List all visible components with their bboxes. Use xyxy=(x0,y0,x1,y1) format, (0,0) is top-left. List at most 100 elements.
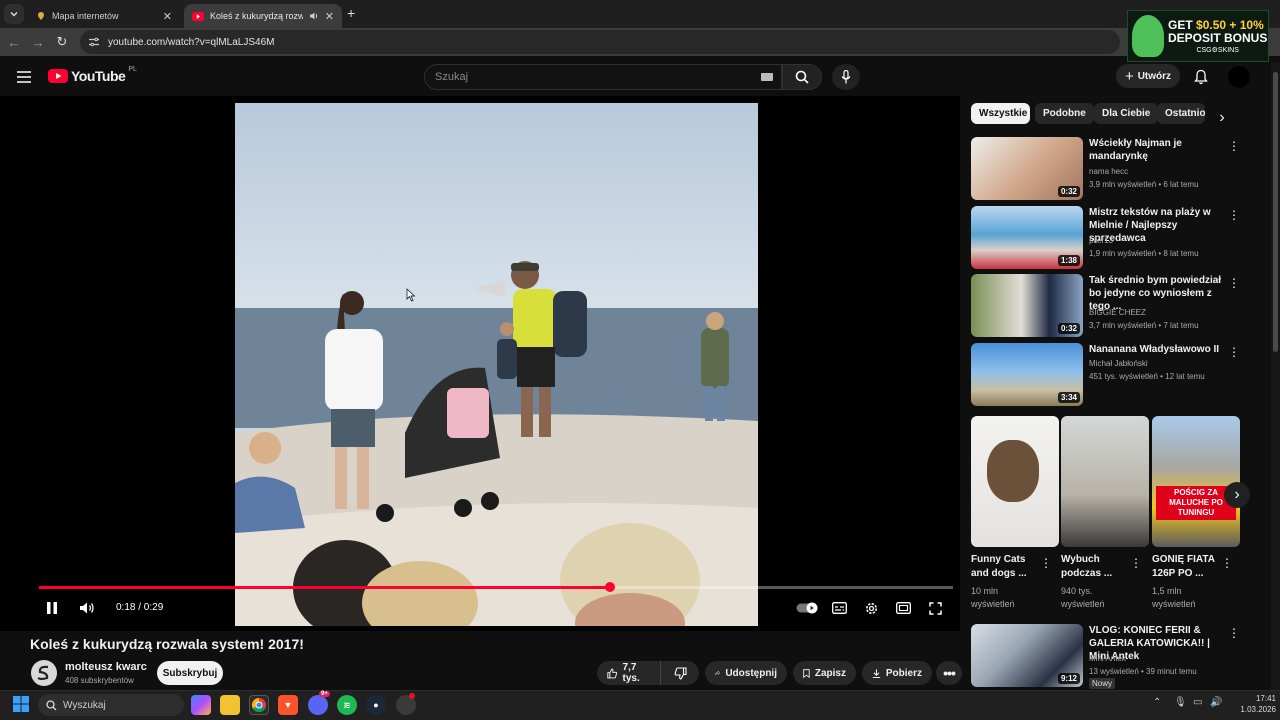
video-thumbnail[interactable]: 0:32 xyxy=(971,274,1083,337)
like-button[interactable]: 7,7 tys. xyxy=(597,661,661,685)
recommendation-meta: 1,9 mln wyświetleń • 8 lat temu xyxy=(1089,249,1199,258)
subscribe-button[interactable]: Subskrybuj xyxy=(157,661,223,685)
speaker-icon[interactable]: 🔊 xyxy=(1210,697,1222,708)
file-explorer-icon[interactable] xyxy=(220,695,240,715)
discord-icon[interactable]: 9+ xyxy=(308,691,330,715)
video-thumbnail[interactable]: 0:32 xyxy=(971,137,1083,200)
short-thumbnail[interactable] xyxy=(1061,416,1149,547)
chip-related[interactable]: Podobne xyxy=(1035,103,1094,124)
recommendation-channel[interactable]: Mini Antek xyxy=(1089,654,1126,663)
channel-name[interactable]: molteusz kwarc xyxy=(65,661,147,673)
chevron-right-icon[interactable]: › xyxy=(1224,482,1250,508)
tab-search-button[interactable] xyxy=(4,4,24,24)
recommendation-item[interactable]: 3:34 Nananana Władysławowo II Michał Jab… xyxy=(971,343,1271,407)
network-icon[interactable]: ▭ xyxy=(1193,697,1202,708)
reload-icon[interactable]: ↻ xyxy=(54,34,70,50)
recommendation-channel[interactable]: nama hecc xyxy=(1089,167,1128,176)
microphone-icon[interactable]: 🎙 xyxy=(1174,697,1187,708)
audio-playing-icon[interactable] xyxy=(309,11,319,21)
short-title[interactable]: Funny Cats and dogs ... xyxy=(971,553,1039,581)
more-vertical-icon[interactable]: ⋮ xyxy=(1228,345,1240,359)
fullscreen-button[interactable] xyxy=(925,598,945,618)
site-info-icon[interactable] xyxy=(88,37,100,47)
dislike-button[interactable] xyxy=(661,661,699,685)
tab-mapa[interactable]: Mapa internetów ✕ xyxy=(28,4,180,28)
keyboard-icon[interactable] xyxy=(761,73,773,81)
recommendation-item[interactable]: 1:38 Mistrz tekstów na plaży w Mielnie /… xyxy=(971,206,1271,270)
video-thumbnail[interactable]: 3:34 xyxy=(971,343,1083,406)
recommendation-title[interactable]: Wściekły Najman je mandarynkę xyxy=(1089,137,1225,163)
app-icon[interactable] xyxy=(396,693,416,715)
more-actions-button[interactable]: ••• xyxy=(936,661,962,685)
settings-button[interactable] xyxy=(861,598,881,618)
voice-search-button[interactable] xyxy=(832,64,860,90)
recommendation-channel[interactable]: Michał Jabłoński xyxy=(1089,359,1148,368)
chip-recent[interactable]: Ostatnio xyxy=(1157,103,1205,124)
menu-icon[interactable] xyxy=(14,68,34,86)
recommendation-channel[interactable]: piler13 xyxy=(1089,236,1113,245)
video-frame[interactable] xyxy=(235,103,758,626)
spotify-icon[interactable]: ≋ xyxy=(337,695,357,715)
taskbar-search-input[interactable]: Wyszukaj xyxy=(38,694,184,716)
search-button[interactable] xyxy=(782,64,822,90)
share-button[interactable]: Udostępnij xyxy=(705,661,787,685)
more-vertical-icon[interactable]: ⋮ xyxy=(1228,276,1240,290)
address-bar[interactable]: youtube.com/watch?v=qlMLaLJS46M xyxy=(80,30,1120,54)
chip-for-you[interactable]: Dla Ciebie xyxy=(1094,103,1159,124)
microphone-icon xyxy=(841,70,851,84)
save-button[interactable]: Zapisz xyxy=(793,661,856,685)
recommendation-item[interactable]: 0:32 Wściekły Najman je mandarynkę nama … xyxy=(971,137,1271,201)
recommendation-title[interactable]: Nananana Władysławowo II xyxy=(1089,343,1225,356)
more-vertical-icon[interactable]: ⋮ xyxy=(1228,626,1240,640)
scrollbar-thumb[interactable] xyxy=(1273,72,1278,352)
new-badge: Nowy xyxy=(1089,678,1116,689)
short-title[interactable]: GONIĘ FIATA 126P PO ... xyxy=(1152,553,1220,581)
steam-icon[interactable]: ● xyxy=(366,695,386,715)
theater-mode-button[interactable] xyxy=(893,598,913,618)
youtube-favicon-icon xyxy=(192,11,204,21)
pause-button[interactable] xyxy=(42,598,62,618)
recommendation-channel[interactable]: BIGGIE CHEEZ xyxy=(1089,308,1146,317)
chip-all[interactable]: Wszystkie xyxy=(971,103,1030,124)
tab-youtube-video[interactable]: Koleś z kukurydzą rozwala system! 2017! … xyxy=(184,4,342,28)
back-icon[interactable]: ← xyxy=(6,34,22,50)
more-vertical-icon[interactable]: ⋮ xyxy=(1221,556,1233,570)
chrome-icon[interactable] xyxy=(249,695,269,715)
channel-avatar[interactable] xyxy=(31,660,57,686)
volume-button[interactable] xyxy=(77,598,97,618)
short-title[interactable]: Wybuch podczas ... xyxy=(1061,553,1129,581)
autoplay-toggle[interactable] xyxy=(795,598,819,618)
copilot-icon[interactable] xyxy=(191,695,211,715)
account-avatar[interactable] xyxy=(1228,66,1250,88)
brave-icon[interactable]: ▼ xyxy=(278,695,298,715)
more-vertical-icon[interactable]: ⋮ xyxy=(1228,139,1240,153)
progress-bar[interactable] xyxy=(39,582,953,592)
short-thumbnail[interactable]: POŚCIG ZA MALUCHE PO TUNINGU xyxy=(1152,416,1240,547)
ad-banner[interactable]: GET $0.50 + 10% DEPOSIT BONUS CSG⚙SKINS xyxy=(1127,10,1269,62)
notifications-icon[interactable] xyxy=(1192,67,1210,87)
close-icon[interactable]: ✕ xyxy=(163,10,172,23)
more-vertical-icon[interactable]: ⋮ xyxy=(1040,556,1052,570)
more-vertical-icon[interactable]: ⋮ xyxy=(1130,556,1142,570)
windows-start-icon[interactable] xyxy=(13,696,29,712)
subtitles-button[interactable] xyxy=(829,598,849,618)
recommendation-item[interactable]: 9:12 VLOG: KONIEC FERII & GALERIA KATOWI… xyxy=(971,624,1271,689)
video-thumbnail[interactable]: 1:38 xyxy=(971,206,1083,269)
video-thumbnail[interactable]: 9:12 xyxy=(971,624,1083,687)
search-icon xyxy=(46,699,57,710)
country-code: PL xyxy=(128,66,137,73)
youtube-logo[interactable]: YouTube PL xyxy=(48,66,137,84)
new-tab-button[interactable]: + xyxy=(347,5,355,21)
video-player[interactable] xyxy=(0,96,960,631)
short-thumbnail[interactable] xyxy=(971,416,1059,547)
clock[interactable]: 17:41 1.03.2026 xyxy=(1226,693,1276,715)
recommendation-item[interactable]: 0:32 Tak średnio bym powiedział bo jedyn… xyxy=(971,274,1271,338)
more-vertical-icon[interactable]: ⋮ xyxy=(1228,208,1240,222)
close-icon[interactable]: ✕ xyxy=(325,10,334,23)
forward-icon[interactable]: → xyxy=(30,34,46,50)
chevron-up-icon[interactable]: ⌃ xyxy=(1153,697,1161,708)
chevron-right-icon[interactable]: › xyxy=(1212,108,1232,128)
download-button[interactable]: Pobierz xyxy=(862,661,932,685)
search-input[interactable]: Szukaj xyxy=(424,64,782,90)
create-button[interactable]: + Utwórz xyxy=(1116,64,1180,88)
